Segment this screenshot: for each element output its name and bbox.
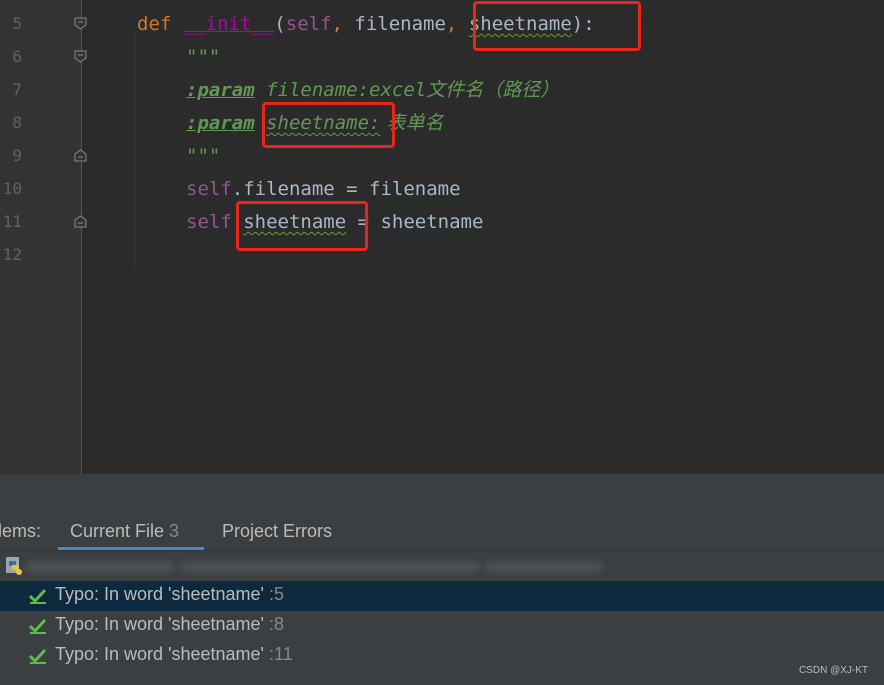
tab-project-errors[interactable]: Project Errors [222,521,332,542]
file-node[interactable] [0,551,884,581]
problem-item[interactable]: Typo: In word 'sheetname' :5 [0,581,884,611]
code-line-6: """ [186,46,221,68]
problems-title: lems: [0,521,42,541]
problem-text: Typo: In word 'sheetname' [55,584,264,604]
line-number: 5 [12,14,22,33]
tool-window-header [0,474,884,512]
problem-location: :11 [269,644,293,664]
line-number: 8 [12,113,22,132]
active-tab-indicator [58,547,204,550]
blurred-file-path [180,561,480,573]
code-line-9: """ [186,145,221,167]
line-number: 6 [12,47,22,66]
fold-end-icon[interactable] [74,215,87,228]
fold-guide [81,0,82,474]
python-file-icon [6,557,22,575]
watermark: CSDN @XJ-KT [798,665,868,676]
fold-end-icon[interactable] [74,149,87,162]
problem-text: Typo: In word 'sheetname' [55,614,264,634]
line-number: 12 [2,245,22,264]
code-line-10: self.filename = filename [186,178,461,200]
highlight-box [236,201,368,251]
problems-tab-bar: lems: Current File 3 Project Errors [0,512,884,551]
problem-item[interactable]: Typo: In word 'sheetname' :11 [0,641,884,671]
typo-check-icon [28,588,47,604]
line-number: 11 [2,212,22,231]
code-line-7: :param filename:excel文件名（路径） [186,79,560,101]
indent-guide [134,30,135,268]
code-editor[interactable]: 5 6 7 8 9 10 11 12 def __init__(self, fi… [0,0,884,474]
line-number: 10 [2,179,22,198]
problem-location: :8 [269,614,285,634]
blurred-file-path [25,561,175,573]
problem-location: :5 [269,584,285,604]
tab-current-file[interactable]: Current File 3 [70,521,179,542]
typo-check-icon [28,648,47,664]
problem-item[interactable]: Typo: In word 'sheetname' :8 [0,611,884,641]
blurred-file-path [485,561,603,573]
problems-panel: lems: Current File 3 Project Errors Typo… [0,512,884,685]
fold-collapse-icon[interactable] [74,50,87,63]
line-number: 9 [12,146,22,165]
highlight-box [473,1,641,51]
typo-check-icon [28,618,47,634]
highlight-box [262,102,395,148]
problem-text: Typo: In word 'sheetname' [55,644,264,664]
fold-collapse-icon[interactable] [74,17,87,30]
line-number: 7 [12,80,22,99]
line-number-gutter: 5 6 7 8 9 10 11 12 [0,0,82,474]
